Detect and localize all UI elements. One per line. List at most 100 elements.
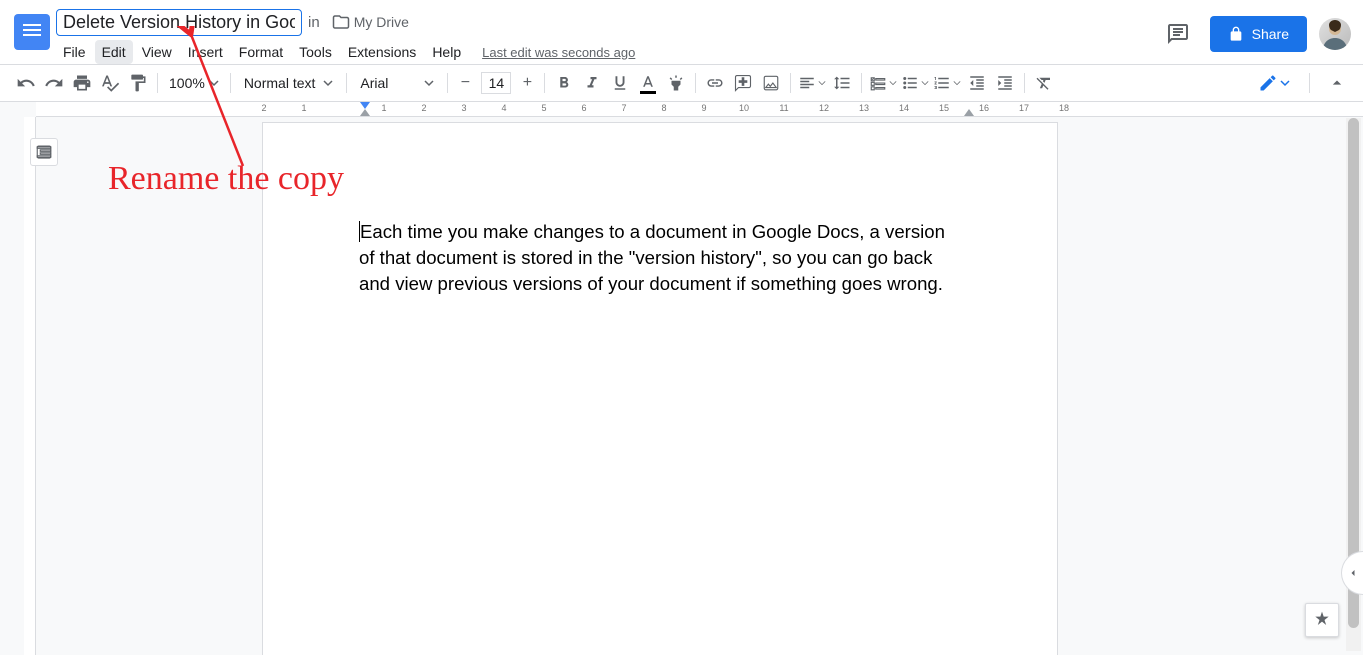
show-outline-button[interactable]	[30, 138, 58, 166]
menu-file[interactable]: File	[56, 40, 93, 64]
show-side-panel-button[interactable]	[1341, 551, 1363, 595]
increase-indent-button[interactable]	[991, 69, 1019, 97]
bold-button[interactable]	[550, 69, 578, 97]
zoom-select[interactable]: 100%	[163, 75, 225, 91]
editing-mode-button[interactable]	[1252, 69, 1296, 97]
vertical-ruler[interactable]	[24, 117, 36, 655]
separator	[157, 73, 158, 93]
undo-icon	[16, 73, 36, 93]
horizontal-ruler[interactable]: 21123456789101112131415161718	[36, 102, 1363, 117]
chevron-up-icon	[1327, 73, 1347, 93]
align-left-icon	[798, 74, 816, 92]
document-body[interactable]: Each time you make changes to a document…	[359, 219, 961, 297]
increase-indent-icon	[996, 74, 1014, 92]
clear-formatting-button[interactable]	[1030, 69, 1058, 97]
print-icon	[72, 73, 92, 93]
paragraph-style-select[interactable]: Normal text	[236, 75, 342, 91]
separator	[346, 73, 347, 93]
insert-image-button[interactable]	[757, 69, 785, 97]
docs-logo-icon	[14, 14, 50, 50]
undo-button[interactable]	[12, 69, 40, 97]
separator	[544, 73, 545, 93]
folder-icon	[332, 13, 350, 31]
font-family-value: Arial	[360, 75, 388, 91]
menu-tools[interactable]: Tools	[292, 40, 339, 64]
separator	[230, 73, 231, 93]
share-button[interactable]: Share	[1210, 16, 1307, 52]
folder-location[interactable]: My Drive	[326, 11, 415, 33]
document-area: 21123456789101112131415161718 Each time …	[0, 102, 1363, 655]
paint-format-button[interactable]	[124, 69, 152, 97]
checklist-button[interactable]	[867, 69, 899, 97]
explore-icon	[1312, 610, 1332, 630]
menu-help[interactable]: Help	[425, 40, 468, 64]
body-text: Each time you make changes to a document…	[359, 221, 945, 294]
menu-extensions[interactable]: Extensions	[341, 40, 423, 64]
pencil-icon	[1258, 73, 1278, 93]
bulleted-list-icon	[901, 74, 919, 92]
chevron-down-icon	[323, 78, 333, 88]
chevron-down-icon	[1280, 78, 1290, 88]
left-indent-marker[interactable]	[360, 109, 370, 116]
hide-menus-button[interactable]	[1323, 69, 1351, 97]
separator	[1024, 73, 1025, 93]
outline-icon	[35, 143, 53, 161]
spellcheck-button[interactable]	[96, 69, 124, 97]
share-button-label: Share	[1252, 26, 1289, 42]
font-size-input[interactable]: 14	[481, 72, 511, 94]
link-icon	[706, 74, 724, 92]
bulleted-list-button[interactable]	[899, 69, 931, 97]
align-button[interactable]	[796, 69, 828, 97]
avatar-icon	[1319, 18, 1351, 50]
numbered-list-button[interactable]	[931, 69, 963, 97]
italic-button[interactable]	[578, 69, 606, 97]
spellcheck-icon	[100, 73, 120, 93]
font-family-select[interactable]: Arial	[352, 75, 442, 91]
docs-logo[interactable]	[12, 12, 52, 52]
header-right: Share	[1158, 14, 1351, 54]
font-size-control: − 14 +	[453, 71, 539, 95]
menu-view[interactable]: View	[135, 40, 179, 64]
menu-format[interactable]: Format	[232, 40, 290, 64]
add-comment-button[interactable]	[729, 69, 757, 97]
right-indent-marker[interactable]	[964, 109, 974, 116]
italic-icon	[583, 74, 601, 92]
separator	[1309, 73, 1310, 93]
toolbar-right	[1252, 69, 1351, 97]
first-line-indent-marker[interactable]	[360, 102, 370, 109]
chevron-down-icon	[209, 78, 219, 88]
redo-button[interactable]	[40, 69, 68, 97]
insert-link-button[interactable]	[701, 69, 729, 97]
underline-button[interactable]	[606, 69, 634, 97]
paragraph-style-value: Normal text	[244, 75, 316, 91]
document-page[interactable]: Each time you make changes to a document…	[262, 122, 1058, 655]
print-button[interactable]	[68, 69, 96, 97]
clear-formatting-icon	[1035, 74, 1053, 92]
separator	[790, 73, 791, 93]
decrease-font-size-button[interactable]: −	[453, 71, 477, 95]
comment-history-button[interactable]	[1158, 14, 1198, 54]
bold-icon	[555, 74, 573, 92]
app-header: in My Drive File Edit View Insert Format…	[0, 0, 1363, 64]
highlight-color-button[interactable]	[662, 69, 690, 97]
document-title-input[interactable]	[56, 9, 302, 36]
explore-button[interactable]	[1305, 603, 1339, 637]
chevron-down-icon	[424, 78, 434, 88]
chevron-left-icon	[1347, 567, 1359, 579]
menu-insert[interactable]: Insert	[181, 40, 230, 64]
line-spacing-button[interactable]	[828, 69, 856, 97]
decrease-indent-button[interactable]	[963, 69, 991, 97]
account-avatar[interactable]	[1319, 18, 1351, 50]
comment-icon	[1166, 22, 1190, 46]
menu-edit[interactable]: Edit	[95, 40, 133, 64]
toolbar: 100% Normal text Arial − 14 +	[0, 64, 1363, 102]
zoom-value: 100%	[169, 75, 205, 91]
text-color-button[interactable]	[634, 69, 662, 97]
chevron-down-icon	[818, 79, 826, 87]
paint-roller-icon	[128, 73, 148, 93]
title-area: in My Drive File Edit View Insert Format…	[56, 8, 1146, 66]
image-icon	[762, 74, 780, 92]
increase-font-size-button[interactable]: +	[515, 71, 539, 95]
last-edit-link[interactable]: Last edit was seconds ago	[482, 45, 635, 60]
line-spacing-icon	[833, 74, 851, 92]
